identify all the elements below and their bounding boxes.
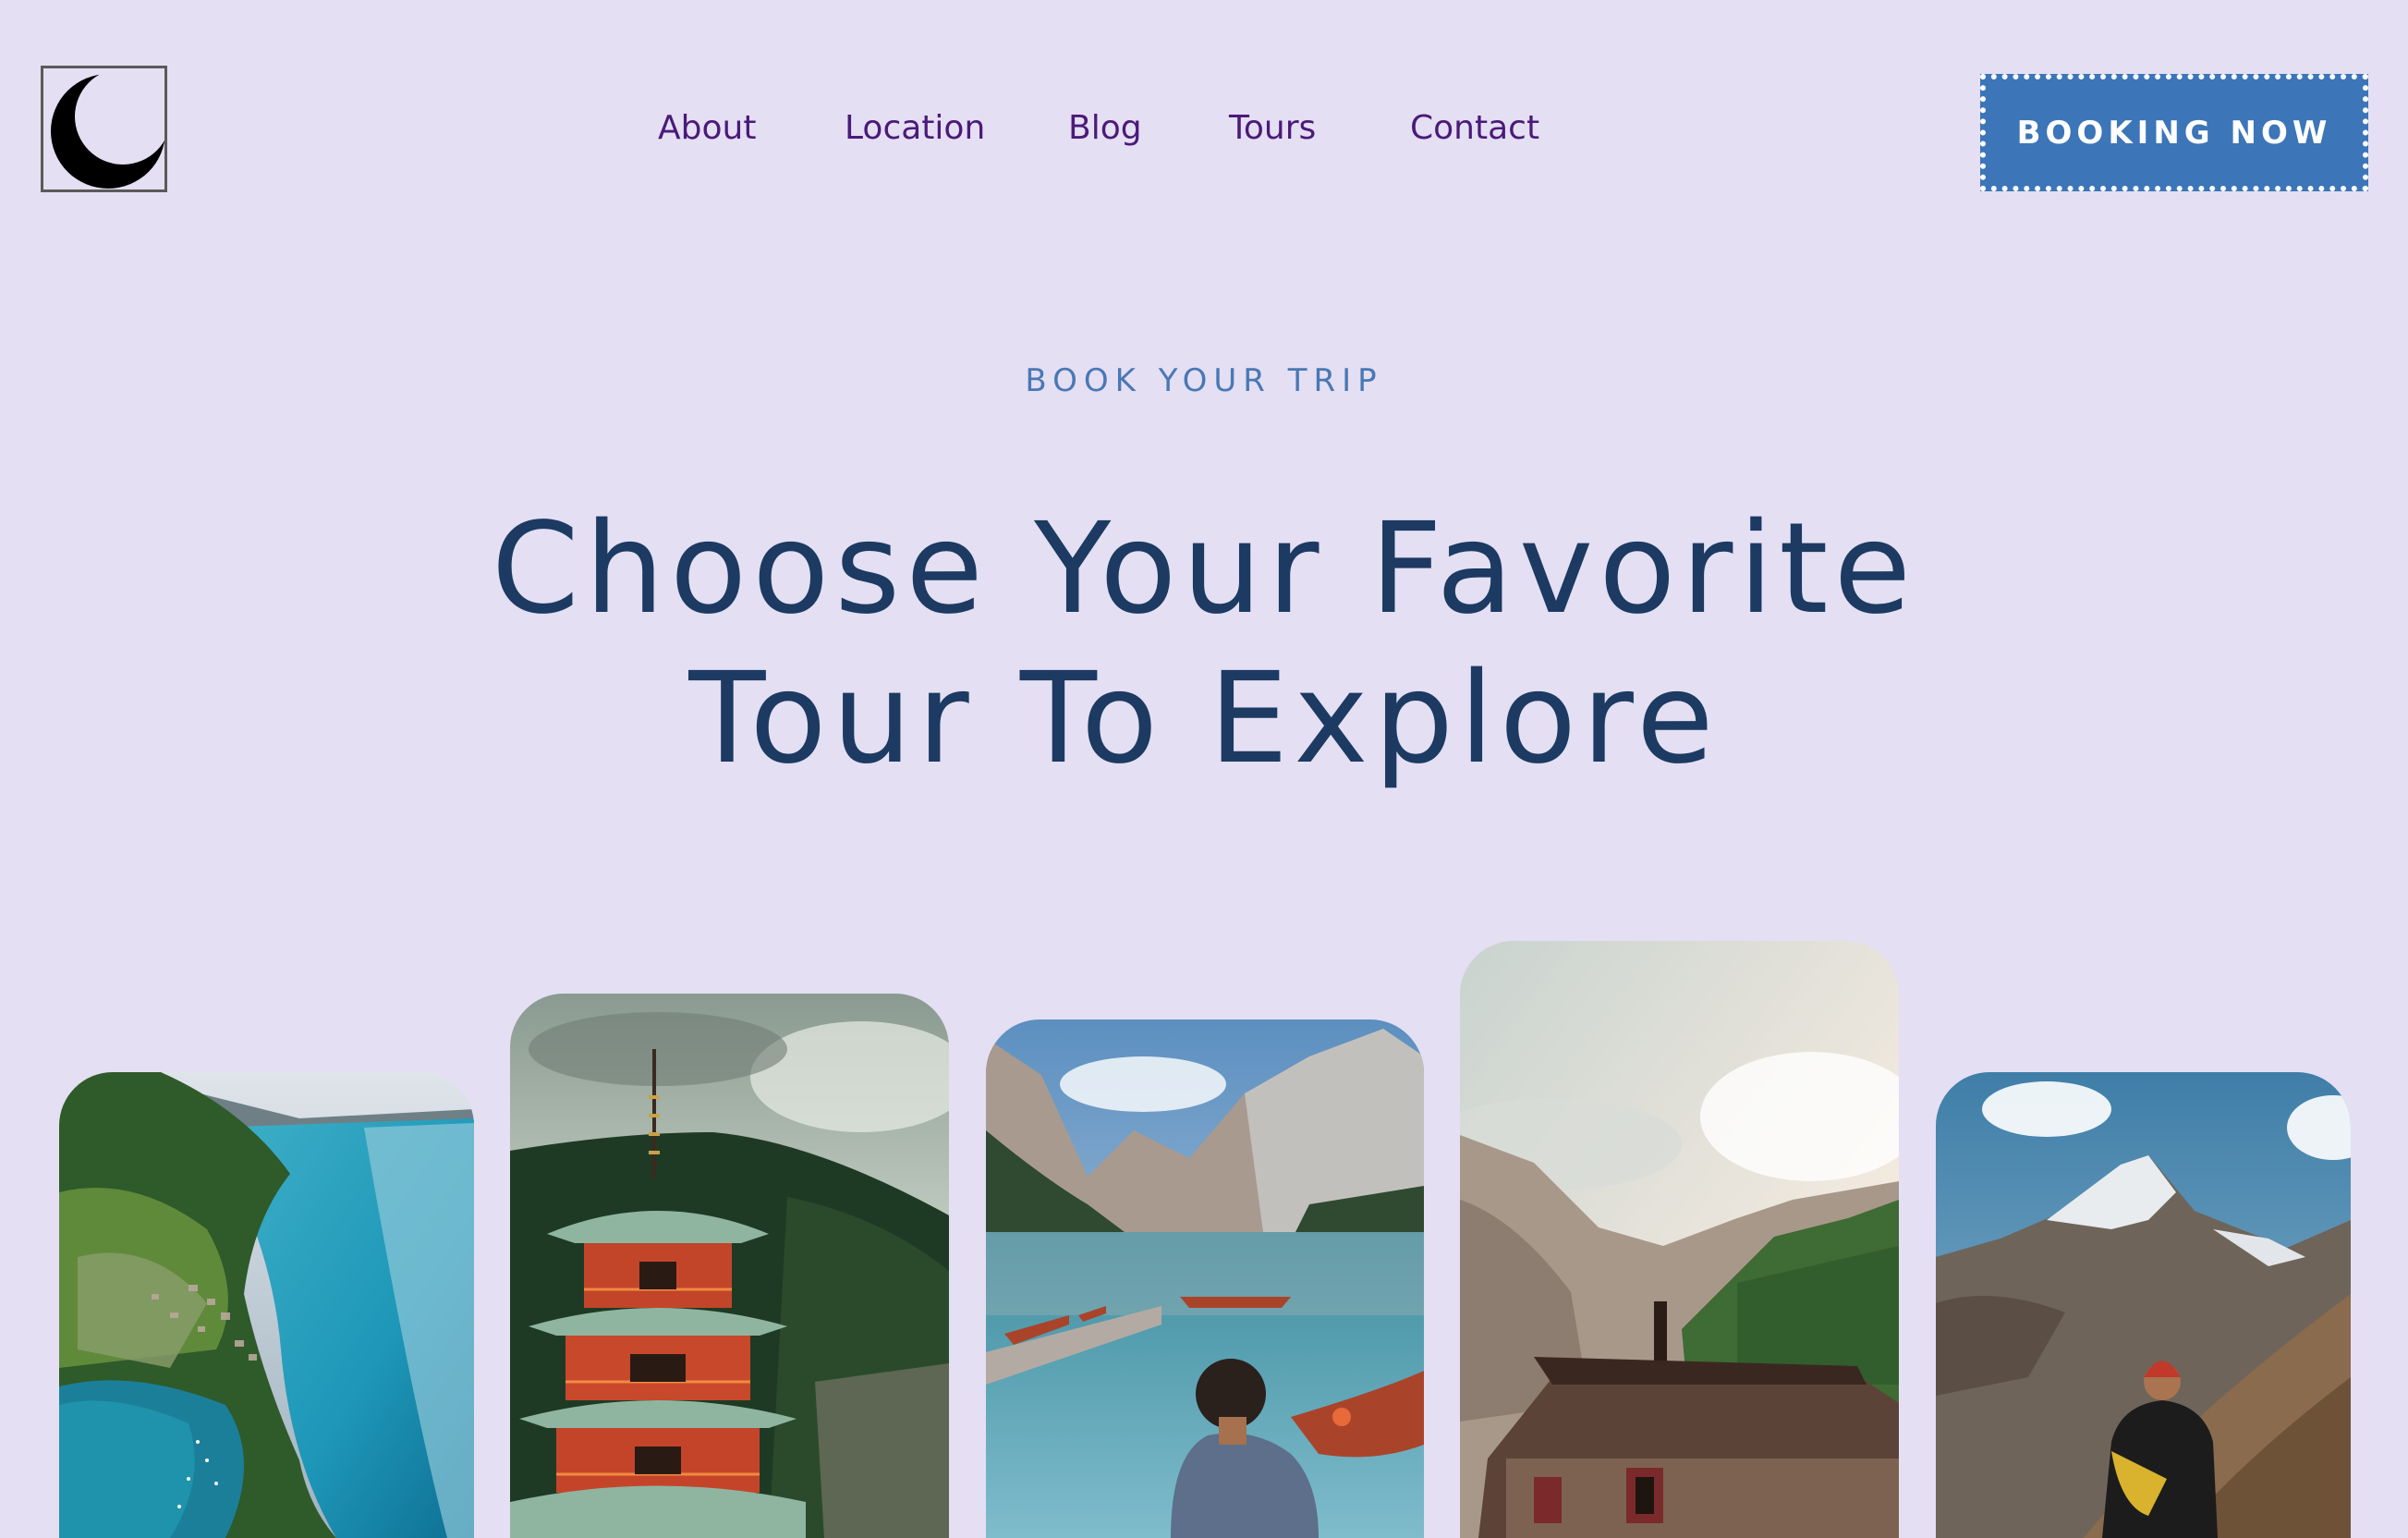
nav-about[interactable]: About	[658, 109, 756, 147]
page-title-line-1: Choose Your Favorite	[491, 496, 1917, 642]
page: About Location Blog Tours Contact BOOKIN…	[0, 0, 2408, 1538]
aerial-lake-village-photo	[59, 1072, 474, 1538]
nav-location[interactable]: Location	[845, 109, 985, 147]
tour-card-3[interactable]	[986, 1019, 1424, 1538]
book-your-trip-label: BOOK YOUR TRIP	[1025, 362, 1383, 399]
crescent-moon-icon	[51, 74, 164, 189]
tour-card-5[interactable]	[1936, 1072, 2351, 1538]
alpine-cabin-photo	[1460, 941, 1899, 1538]
nav-contact[interactable]: Contact	[1410, 109, 1539, 147]
tour-card-1[interactable]	[59, 1072, 474, 1538]
nav-tours[interactable]: Tours	[1229, 109, 1316, 147]
tour-card-4[interactable]	[1460, 941, 1899, 1538]
page-title: Choose Your Favorite Tour To Explore	[0, 494, 2408, 794]
page-title-line-2: Tour To Explore	[688, 646, 1720, 792]
logo[interactable]	[41, 66, 167, 192]
booking-now-button[interactable]: BOOKING NOW	[1980, 74, 2368, 191]
mountain-lake-boats-photo	[986, 1019, 1424, 1538]
snowy-mountain-hiker-photo	[1936, 1072, 2351, 1538]
red-pagoda-photo	[510, 994, 949, 1538]
tour-card-2[interactable]	[510, 994, 949, 1538]
nav-blog[interactable]: Blog	[1068, 109, 1142, 147]
